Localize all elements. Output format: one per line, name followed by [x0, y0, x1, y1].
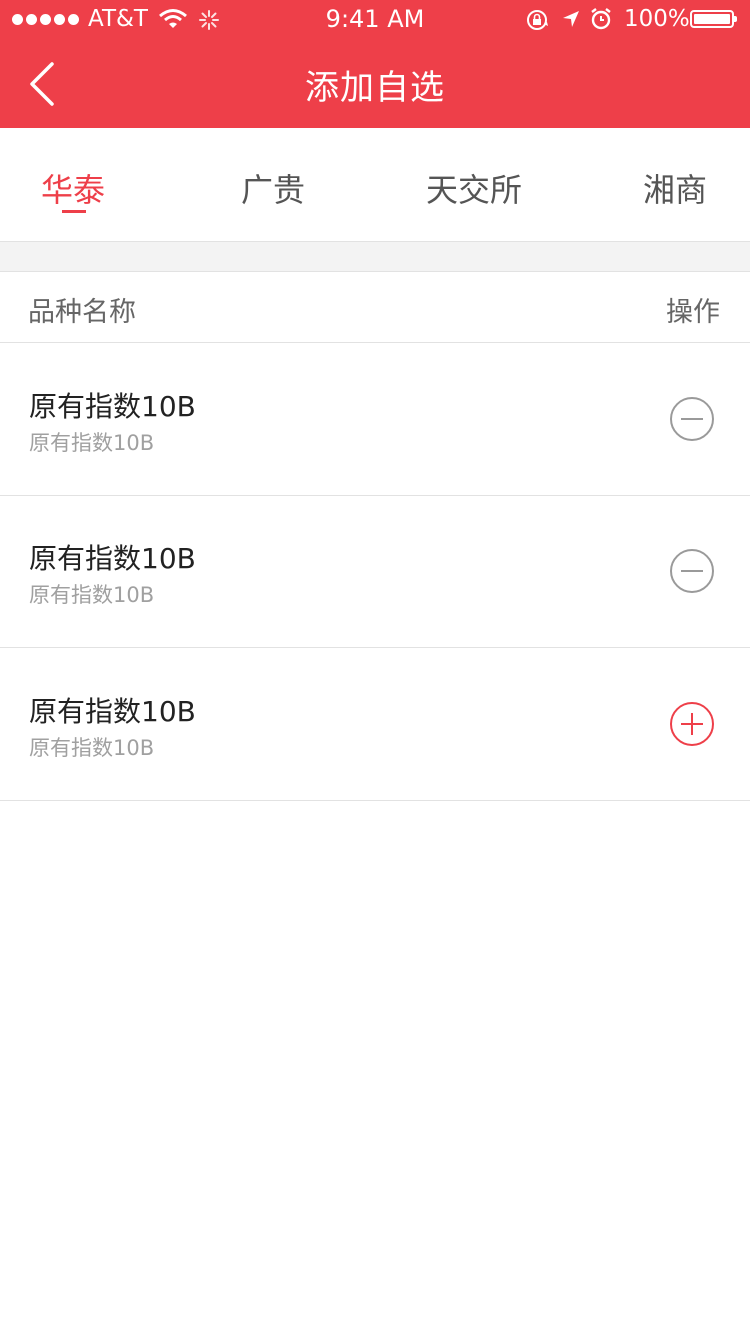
list-item: 原有指数10B 原有指数10B	[0, 343, 750, 496]
column-header-action: 操作	[666, 297, 720, 328]
app-header: AT&T 9:41 AM 100% 添加自选	[0, 0, 750, 128]
location-arrow-icon	[561, 9, 581, 35]
remove-button[interactable]	[669, 548, 715, 594]
column-header-name: 品种名称	[28, 297, 136, 328]
remove-button[interactable]	[669, 396, 715, 442]
battery-percentage: 100%	[624, 6, 690, 32]
section-divider	[0, 241, 750, 272]
tab-xiangshang[interactable]: 湘商	[643, 165, 707, 211]
item-subtitle: 原有指数10B	[29, 583, 155, 607]
minus-circle-icon	[670, 549, 714, 593]
battery-icon	[690, 10, 737, 28]
status-bar: AT&T 9:41 AM 100%	[0, 0, 750, 40]
active-tab-indicator	[62, 210, 86, 213]
item-subtitle: 原有指数10B	[29, 431, 155, 455]
tab-tianjiaosuo[interactable]: 天交所	[426, 165, 522, 211]
page-title: 添加自选	[305, 68, 445, 108]
item-title: 原有指数10B	[29, 695, 196, 728]
add-button[interactable]	[669, 701, 715, 747]
item-title: 原有指数10B	[29, 542, 196, 575]
item-title: 原有指数10B	[29, 390, 196, 423]
list-header: 品种名称 操作	[0, 272, 750, 343]
item-subtitle: 原有指数10B	[29, 736, 155, 760]
rotation-lock-icon	[525, 8, 551, 38]
list-item: 原有指数10B 原有指数10B	[0, 495, 750, 648]
tab-guanggui[interactable]: 广贵	[241, 165, 305, 211]
tab-huatai[interactable]: 华泰	[41, 165, 105, 211]
alarm-clock-icon	[590, 7, 612, 37]
minus-circle-icon	[670, 397, 714, 441]
exchange-tabs: 华泰 广贵 天交所 湘商	[0, 128, 750, 241]
list-item: 原有指数10B 原有指数10B	[0, 648, 750, 801]
plus-circle-icon	[670, 702, 714, 746]
